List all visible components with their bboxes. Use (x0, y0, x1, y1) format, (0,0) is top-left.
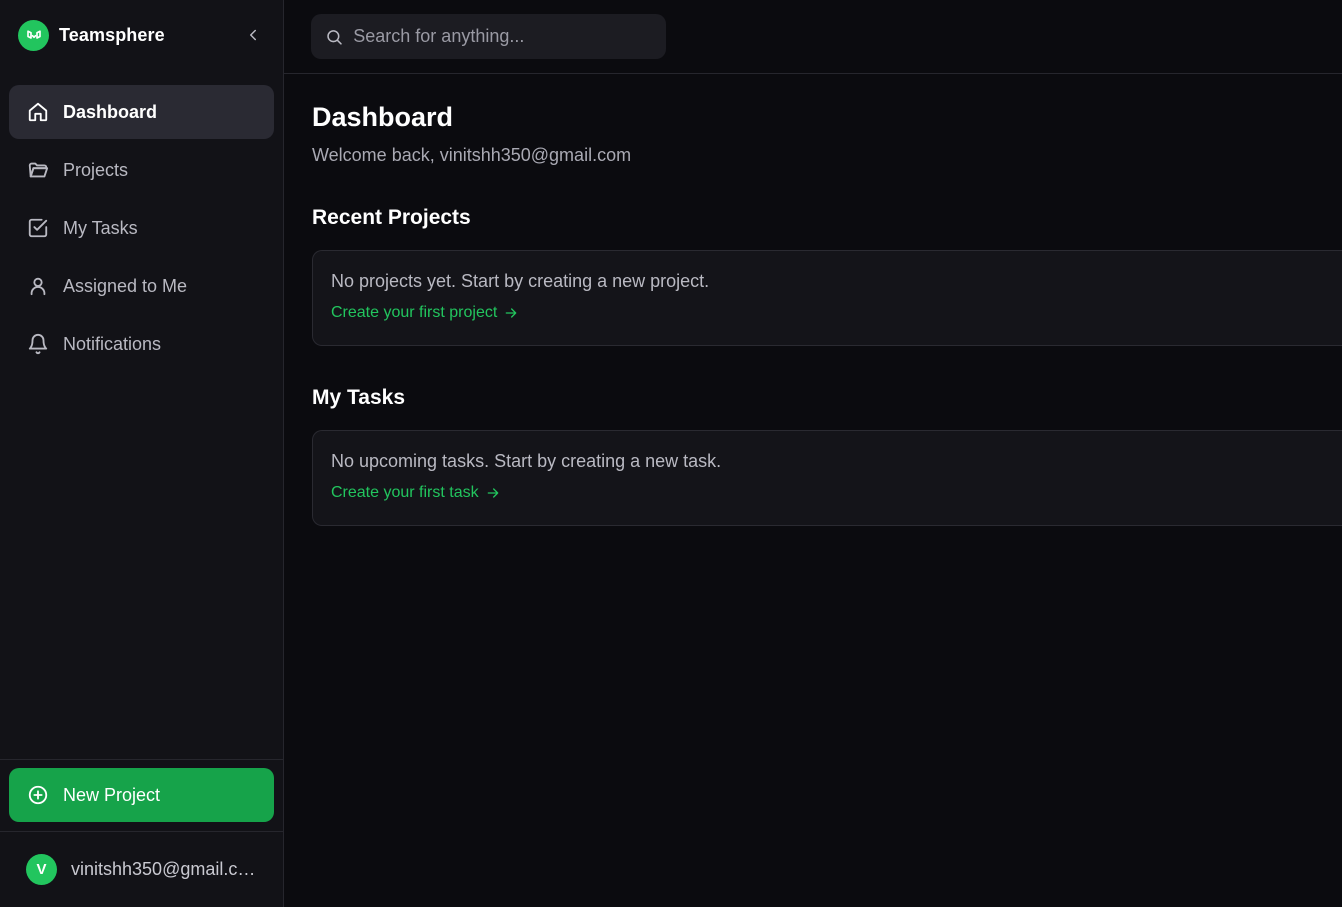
arrow-right-icon (487, 488, 498, 498)
empty-projects-text: No projects yet. Start by creating a new… (331, 271, 710, 291)
sidebar-nav: Dashboard Projects My Tasks Assigned to … (0, 70, 283, 759)
brand-header: Teamsphere (0, 0, 283, 70)
create-first-task-label: Create your first task (331, 484, 479, 501)
user-profile[interactable]: V vinitshh350@gmail.co... (0, 831, 283, 907)
sidebar-item-label: Notifications (63, 333, 162, 354)
user-icon (30, 277, 46, 296)
bell-icon (28, 334, 48, 355)
sidebar-item-label: Projects (63, 159, 129, 180)
create-first-project-link[interactable]: Create your first project (331, 304, 519, 322)
sidebar-item-dashboard[interactable]: Dashboard (9, 85, 274, 139)
check-square-icon (28, 218, 48, 238)
sidebar-item-assigned-to-me[interactable]: Assigned to Me (9, 259, 274, 313)
new-project-label: New Project (63, 784, 161, 805)
search-box[interactable] (311, 14, 666, 59)
sidebar-item-projects[interactable]: Projects (9, 143, 274, 197)
brand[interactable]: Teamsphere (18, 19, 165, 51)
my-tasks-title: My Tasks (312, 386, 405, 409)
welcome-message: Welcome back, vinitshh350@gmail.com (312, 145, 632, 165)
dashboard-content: Dashboard Welcome back, vinitshh350@gmai… (284, 74, 1342, 526)
main-area: Dashboard Welcome back, vinitshh350@gmai… (284, 0, 1342, 907)
recent-projects-title: Recent Projects (312, 206, 471, 229)
plus-circle-icon (28, 785, 48, 805)
create-first-task-link[interactable]: Create your first task (331, 484, 501, 502)
my-tasks-card: No upcoming tasks. Start by creating a n… (312, 430, 1342, 526)
new-project-button[interactable]: New Project (9, 768, 274, 822)
search-input[interactable] (353, 26, 652, 47)
search-icon (327, 29, 342, 45)
recent-projects-card: No projects yet. Start by creating a new… (312, 250, 1342, 346)
sidebar-item-label: My Tasks (63, 217, 138, 238)
empty-tasks-text: No upcoming tasks. Start by creating a n… (331, 451, 722, 471)
avatar: V (26, 854, 57, 885)
home-icon (28, 102, 48, 122)
create-first-project-label: Create your first project (331, 304, 498, 321)
brand-name: Teamsphere (59, 24, 165, 45)
sidebar-item-label: Dashboard (63, 101, 158, 122)
folder-icon (28, 162, 49, 178)
sidebar-item-my-tasks[interactable]: My Tasks (9, 201, 274, 255)
logo-icon (18, 19, 49, 51)
topbar (284, 0, 1342, 74)
page-title: Dashboard (312, 102, 454, 132)
user-email: vinitshh350@gmail.co... (71, 859, 257, 879)
collapse-sidebar-button[interactable] (241, 23, 265, 47)
sidebar: Teamsphere Dashboard Projects My Tasks A… (0, 0, 284, 907)
arrow-right-icon (505, 308, 517, 318)
sidebar-item-label: Assigned to Me (63, 275, 188, 296)
chevron-left-icon (250, 29, 256, 41)
sidebar-footer: New Project (0, 759, 283, 831)
sidebar-item-notifications[interactable]: Notifications (9, 317, 274, 371)
app-root: Teamsphere Dashboard Projects My Tasks A… (0, 0, 1342, 907)
